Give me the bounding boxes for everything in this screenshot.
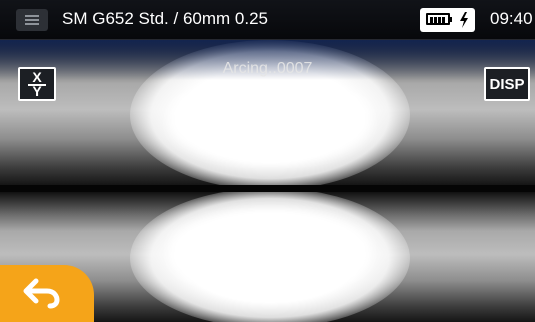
xy-view-toggle-button[interactable]: X Y — [18, 67, 56, 101]
back-button[interactable] — [0, 265, 94, 322]
display-button-label: DISP — [489, 76, 525, 93]
battery-cell — [442, 17, 445, 23]
battery-tip — [450, 17, 452, 22]
display-button[interactable]: DISP — [484, 67, 530, 101]
splice-mode-title: SM G652 Std. / 60mm 0.25 — [62, 9, 268, 28]
battery-cell — [434, 17, 437, 23]
lightning-bolt-icon — [460, 12, 468, 28]
battery-cell — [430, 17, 433, 23]
hamburger-menu-icon — [25, 15, 39, 17]
hamburger-menu-icon-bar — [25, 23, 39, 25]
top-status-bar: SM G652 Std. / 60mm 0.25 09:40 — [0, 0, 535, 40]
hamburger-menu-icon-bar — [25, 19, 39, 21]
power-status — [420, 8, 475, 32]
battery-full-icon — [426, 13, 450, 25]
arc-glow-core — [170, 212, 370, 292]
clock: 09:40 — [490, 9, 533, 28]
xy-button-y-label: Y — [32, 83, 42, 99]
menu-button[interactable] — [16, 9, 48, 31]
splicer-screen: SM G652 Std. / 60mm 0.25 09:40 Arcing..0… — [0, 0, 535, 322]
battery-cell — [438, 17, 441, 23]
arc-glow-core — [170, 80, 370, 160]
arc-status-text: Arcing..0007 — [222, 60, 313, 77]
back-arrow-icon — [23, 278, 60, 309]
view-divider — [0, 185, 535, 192]
